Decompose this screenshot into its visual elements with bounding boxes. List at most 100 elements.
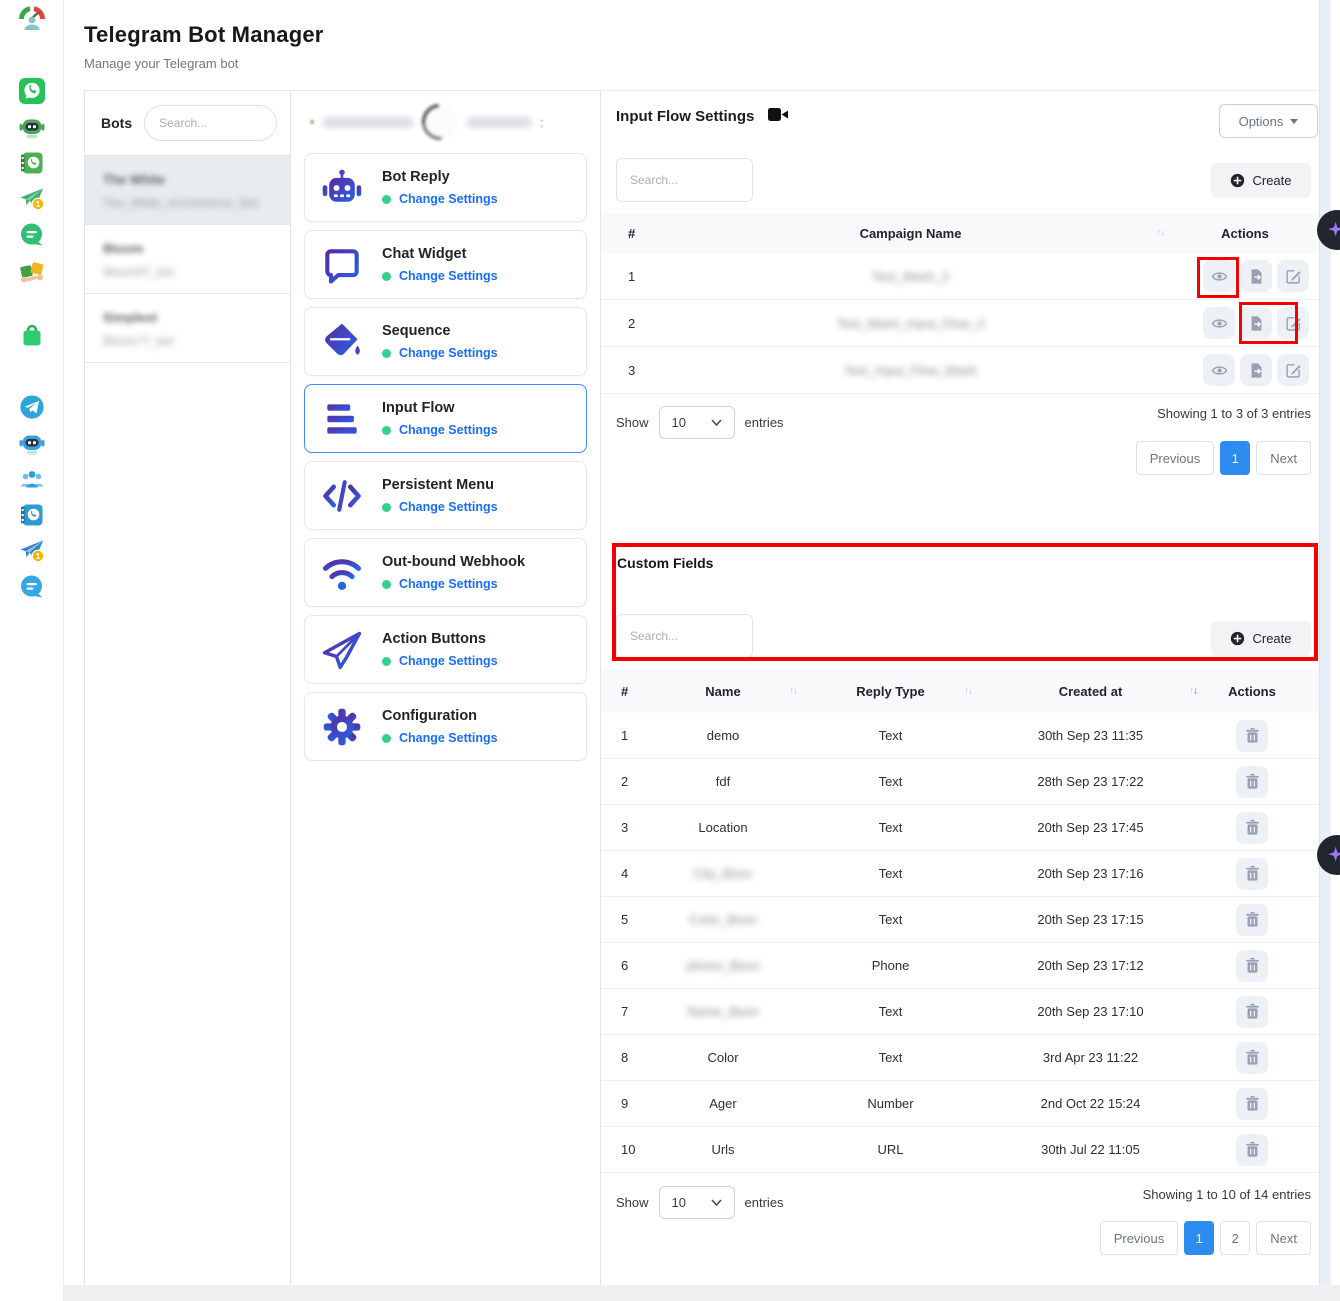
field-created-at: 28th Sep 23 17:22 <box>978 774 1203 789</box>
delete-button[interactable] <box>1236 950 1268 982</box>
options-button[interactable]: Options <box>1219 104 1318 138</box>
delete-button[interactable] <box>1236 812 1268 844</box>
chat-blue-icon[interactable] <box>18 573 46 601</box>
contacts-blue-icon[interactable] <box>18 501 46 529</box>
bots-label: Bots <box>101 115 132 131</box>
previous-page-button[interactable]: Previous <box>1136 441 1215 475</box>
bot-handle: Bloom77_bot <box>103 334 272 348</box>
sort-icon[interactable]: ↑↓ <box>789 686 797 697</box>
change-settings-link[interactable]: Change Settings <box>399 346 498 360</box>
change-settings-link[interactable]: Change Settings <box>399 731 498 745</box>
card-input-flow[interactable]: Input Flow Change Settings <box>304 384 587 453</box>
col-num[interactable]: # <box>601 684 643 699</box>
telegram-icon[interactable] <box>18 393 46 421</box>
change-settings-link[interactable]: Change Settings <box>399 654 498 668</box>
card-action-buttons[interactable]: Action Buttons Change Settings <box>304 615 587 684</box>
sort-icon[interactable]: ↑↓ <box>964 686 972 697</box>
card-outbound-webhook[interactable]: Out-bound Webhook Change Settings <box>304 538 587 607</box>
bot-green-icon[interactable] <box>18 113 46 141</box>
delete-button[interactable] <box>1236 1042 1268 1074</box>
sort-icon[interactable]: ↑↓ <box>1189 686 1197 697</box>
row-num: 1 <box>601 269 651 284</box>
change-settings-link[interactable]: Change Settings <box>399 577 498 591</box>
change-settings-link[interactable]: Change Settings <box>399 192 498 206</box>
previous-page-button[interactable]: Previous <box>1100 1221 1179 1255</box>
contacts-green-icon[interactable] <box>18 149 46 177</box>
input-flow-section-title: Input Flow Settings <box>616 108 788 125</box>
custom-fields-search-input[interactable] <box>616 614 753 658</box>
custom-fields-page-size-select[interactable]: 10 <box>659 1186 735 1219</box>
campaign-create-button[interactable]: Create <box>1211 163 1311 198</box>
bots-search-input[interactable] <box>144 105 277 141</box>
whatsapp-icon[interactable] <box>18 77 46 105</box>
next-page-button[interactable]: Next <box>1256 441 1311 475</box>
page-2-button[interactable]: 2 <box>1220 1221 1250 1255</box>
field-name: Color_Bson <box>689 912 757 927</box>
delete-button[interactable] <box>1236 858 1268 890</box>
campaign-search-input[interactable] <box>616 158 753 202</box>
page-1-button[interactable]: 1 <box>1184 1221 1214 1255</box>
page-header: Telegram Bot Manager Manage your Telegra… <box>64 0 1330 71</box>
custom-fields-create-button[interactable]: Create <box>1211 621 1311 656</box>
field-created-at: 20th Sep 23 17:45 <box>978 820 1203 835</box>
chat-green-icon[interactable] <box>18 221 46 249</box>
edit-button[interactable] <box>1277 307 1309 339</box>
page-title: Telegram Bot Manager <box>84 22 1330 48</box>
gear-icon <box>320 705 364 749</box>
page-1-button[interactable]: 1 <box>1220 441 1250 475</box>
delete-button[interactable] <box>1236 1088 1268 1120</box>
card-bot-reply[interactable]: Bot Reply Change Settings <box>304 153 587 222</box>
edit-button[interactable] <box>1277 354 1309 386</box>
change-settings-link[interactable]: Change Settings <box>399 423 498 437</box>
campaign-blue-icon[interactable]: 1 <box>18 537 46 565</box>
field-created-at: 30th Jul 22 11:05 <box>978 1142 1203 1157</box>
field-reply-type: Text <box>803 1050 978 1065</box>
export-button[interactable] <box>1240 354 1272 386</box>
card-chat-widget[interactable]: Chat Widget Change Settings <box>304 230 587 299</box>
store-bag-icon[interactable] <box>18 321 46 349</box>
sparkles-icon <box>1326 219 1340 241</box>
delete-button[interactable] <box>1236 904 1268 936</box>
col-campaign-name[interactable]: Campaign Name ↑↓ <box>651 226 1170 241</box>
col-created-at[interactable]: Created at↑↓ <box>978 684 1203 699</box>
view-button[interactable] <box>1203 260 1235 292</box>
edit-button[interactable] <box>1277 260 1309 292</box>
delete-button[interactable] <box>1236 996 1268 1028</box>
col-name[interactable]: Name↑↓ <box>643 684 803 699</box>
scrollbar[interactable] <box>1319 0 1331 1285</box>
bot-list-item[interactable]: Simplest Bloom77_bot <box>85 294 290 363</box>
field-reply-type: Text <box>803 866 978 881</box>
entries-label: entries <box>745 1195 784 1210</box>
export-button[interactable] <box>1240 260 1272 292</box>
export-button[interactable] <box>1240 307 1272 339</box>
bot-list-item[interactable]: The White The_White_eCommerce_Bot <box>85 156 290 225</box>
view-button[interactable] <box>1203 307 1235 339</box>
card-sequence[interactable]: Sequence Change Settings <box>304 307 587 376</box>
field-reply-type: Text <box>803 912 978 927</box>
bot-list-item[interactable]: Bloom Bloom07_bot <box>85 225 290 294</box>
dashboard-gauge-icon[interactable] <box>18 5 46 33</box>
campaign-green-icon[interactable]: 1 <box>18 185 46 213</box>
delete-button[interactable] <box>1236 766 1268 798</box>
card-configuration[interactable]: Configuration Change Settings <box>304 692 587 761</box>
view-button[interactable] <box>1203 354 1235 386</box>
card-persistent-menu[interactable]: Persistent Menu Change Settings <box>304 461 587 530</box>
bot-blue-icon[interactable] <box>18 429 46 457</box>
delete-button[interactable] <box>1236 1134 1268 1166</box>
col-num[interactable]: # <box>601 226 651 241</box>
custom-fields-show-entries: Show 10 entries <box>616 1186 784 1219</box>
change-settings-link[interactable]: Change Settings <box>399 500 498 514</box>
col-reply-type[interactable]: Reply Type↑↓ <box>803 684 978 699</box>
status-dot <box>382 503 391 512</box>
field-name: demo <box>643 728 803 743</box>
sort-icon[interactable]: ↑↓ <box>1156 228 1164 239</box>
group-blue-icon[interactable] <box>18 465 46 493</box>
delete-button[interactable] <box>1236 720 1268 752</box>
card-title: Input Flow <box>382 400 498 416</box>
change-settings-link[interactable]: Change Settings <box>399 269 498 283</box>
integrations-icon[interactable] <box>18 257 46 285</box>
next-page-button[interactable]: Next <box>1256 1221 1311 1255</box>
campaign-page-size-select[interactable]: 10 <box>659 406 735 439</box>
campaign-row: 3 Test_Input_Flow_Mash <box>601 347 1320 394</box>
card-title: Persistent Menu <box>382 477 498 493</box>
